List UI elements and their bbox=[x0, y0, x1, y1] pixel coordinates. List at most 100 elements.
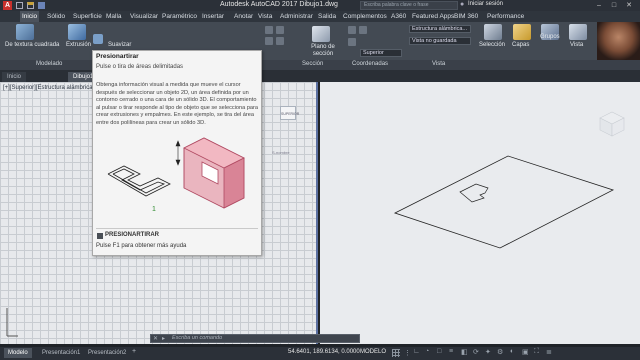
presspull-illustration: 1 bbox=[107, 137, 245, 213]
open-folder-icon[interactable] bbox=[27, 2, 34, 9]
hardware-accel-icon[interactable]: ▣ bbox=[522, 348, 529, 356]
autocad-logo-icon[interactable]: A bbox=[3, 1, 12, 10]
layers-icon[interactable] bbox=[513, 24, 531, 40]
ortho-icon[interactable]: ∟ bbox=[413, 348, 420, 355]
panel-label-vista[interactable]: Vista bbox=[432, 61, 445, 67]
ucs-axis-icon bbox=[6, 308, 18, 337]
command-close-icon[interactable]: ✕ bbox=[153, 335, 158, 342]
view-icon[interactable] bbox=[569, 24, 587, 40]
height-arrow bbox=[175, 140, 181, 166]
ribbon-tab-vista[interactable]: Vista bbox=[256, 11, 274, 22]
ribbon-tab-anotar[interactable]: Anotar bbox=[232, 11, 255, 22]
step-marker: 1 bbox=[152, 206, 156, 213]
clean-screen-icon[interactable]: ⛶ bbox=[534, 348, 539, 356]
ribbon-tab-sólido[interactable]: Sólido bbox=[45, 11, 67, 22]
visual-style-combo[interactable]: Estructura alámbrica... bbox=[409, 25, 471, 33]
lineweight-icon[interactable]: ≡ bbox=[449, 348, 453, 355]
workspace-icon[interactable]: ⚙ bbox=[497, 348, 503, 356]
annotation-scale-icon[interactable]: ✦ bbox=[485, 348, 491, 356]
ucs-3point-icon[interactable] bbox=[348, 38, 356, 46]
ribbon-tab-featured-apps[interactable]: Featured Apps bbox=[410, 11, 456, 22]
tooltip-command-name: PRESIONARTIRAR bbox=[105, 232, 160, 238]
tooltip-separator bbox=[96, 228, 258, 229]
box-solid-icon[interactable] bbox=[16, 24, 34, 40]
extrusion-button[interactable]: Extrusión bbox=[66, 42, 91, 48]
vista-button[interactable]: Vista bbox=[570, 42, 583, 48]
slot-outline bbox=[459, 183, 489, 203]
section-plane-icon[interactable] bbox=[312, 26, 330, 42]
layout-tab-presentacion2[interactable]: Presentación2 bbox=[84, 348, 130, 358]
ribbon-tab-visualizar[interactable]: Visualizar bbox=[128, 11, 160, 22]
solid-intersect-icon[interactable] bbox=[265, 37, 273, 45]
viewport-controls-label[interactable]: [+][Superior][Estructura alámbrica 2D] bbox=[3, 85, 104, 91]
extrusion-icon[interactable] bbox=[68, 24, 86, 40]
panel-label-seccion[interactable]: Sección bbox=[302, 61, 323, 67]
grid-icon[interactable] bbox=[392, 349, 400, 357]
ribbon-tab-salida[interactable]: Salida bbox=[316, 11, 338, 22]
ribbon-tab-performance[interactable]: Performance bbox=[485, 11, 526, 22]
ucs-world-icon[interactable] bbox=[359, 26, 367, 34]
polyline-2d bbox=[107, 165, 171, 197]
solid-subtract-icon[interactable] bbox=[276, 26, 284, 34]
command-input[interactable]: Escriba un comando bbox=[172, 335, 222, 341]
tooltip-title: Presionartirar bbox=[96, 53, 139, 60]
model-space-toggle[interactable]: MODELO bbox=[360, 349, 386, 355]
solid-union-icon[interactable] bbox=[265, 26, 273, 34]
presspull-icon[interactable] bbox=[93, 34, 103, 44]
ribbon-tab-inicio[interactable]: Inicio bbox=[20, 11, 40, 22]
extruded-solid bbox=[183, 137, 245, 209]
ribbon-tab-malla[interactable]: Malla bbox=[104, 11, 124, 22]
plano-seccion-button[interactable]: Plano de sección bbox=[310, 44, 336, 58]
tooltip-subtitle: Pulse o tira de áreas delimitadas bbox=[96, 64, 184, 70]
isolate-icon[interactable]: ◐ bbox=[510, 348, 514, 355]
command-history-icon[interactable]: ▸ bbox=[162, 335, 165, 342]
tooltip-help-hint: Pulse F1 para obtener más ayuda bbox=[96, 243, 187, 249]
ribbon-tab-superficie[interactable]: Superficie bbox=[71, 11, 104, 22]
ribbon-tab-bim-360[interactable]: BIM 360 bbox=[452, 11, 480, 22]
close-icon[interactable]: ✕ bbox=[622, 0, 636, 11]
ribbon-tab-administrar[interactable]: Administrar bbox=[278, 11, 315, 22]
panel-label-modelado[interactable]: Modelado bbox=[36, 61, 62, 67]
ribbon-tab-insertar[interactable]: Insertar bbox=[200, 11, 226, 22]
ribbon-tab-a360[interactable]: A360 bbox=[389, 11, 408, 22]
save-icon[interactable] bbox=[38, 2, 45, 9]
ucs-icon[interactable] bbox=[348, 26, 356, 34]
grupos-button[interactable]: Grupos bbox=[540, 34, 560, 40]
transparency-icon[interactable]: ◧ bbox=[461, 348, 468, 356]
coordinate-readout: 54.6401, 189.6134, 0.0000 bbox=[288, 349, 360, 355]
viewcube[interactable]: SUPERIOR bbox=[280, 106, 299, 120]
named-view-combo[interactable]: Vista no guardada bbox=[409, 37, 471, 45]
isometric-drawing bbox=[393, 111, 625, 249]
maximize-icon[interactable]: □ bbox=[607, 0, 621, 11]
wcs-menu[interactable]: S-nombre bbox=[272, 150, 290, 155]
tooltip-description: Obtenga información visual a medida que … bbox=[96, 82, 259, 126]
snap-icon[interactable]: ⋮ bbox=[404, 349, 411, 357]
layout-tab-presentacion1[interactable]: Presentación1 bbox=[38, 348, 84, 358]
new-file-icon[interactable] bbox=[16, 2, 23, 9]
selection-cycling-icon[interactable]: ⟳ bbox=[473, 348, 479, 356]
viewcube-3d bbox=[599, 111, 625, 137]
ribbon-tab-complementos[interactable]: Complementos bbox=[341, 11, 389, 22]
user-icon[interactable]: ● bbox=[460, 1, 464, 8]
presenter-webcam-image bbox=[597, 22, 640, 60]
layout-tab-modelo[interactable]: Modelo bbox=[4, 348, 32, 358]
textura-cuadrada-button[interactable]: De textura cuadrada bbox=[5, 42, 59, 48]
capas-button[interactable]: Capas bbox=[512, 42, 529, 48]
fillet-edge-icon[interactable] bbox=[276, 37, 284, 45]
seleccion-button[interactable]: Selección bbox=[479, 42, 505, 48]
search-input[interactable]: Escriba palabra clave o frase bbox=[360, 1, 458, 10]
add-layout-icon[interactable]: + bbox=[132, 348, 136, 355]
view-combo-superior[interactable]: Superior bbox=[360, 49, 402, 57]
polar-icon[interactable]: ◔ bbox=[425, 348, 429, 355]
selection-icon[interactable] bbox=[484, 24, 502, 40]
minimize-icon[interactable]: – bbox=[592, 0, 606, 11]
window-title: Autodesk AutoCAD 2017 Dibujo1.dwg bbox=[220, 1, 338, 8]
osnap-icon[interactable]: □ bbox=[437, 348, 441, 355]
plate-outline bbox=[393, 155, 615, 249]
suavizar-button[interactable]: Suavizar bbox=[108, 42, 131, 48]
file-tab-inicio[interactable]: Inicio bbox=[2, 72, 27, 82]
ribbon-tab-paramétrico[interactable]: Paramétrico bbox=[160, 11, 199, 22]
panel-label-coordenadas[interactable]: Coordenadas bbox=[352, 61, 388, 67]
customize-icon[interactable]: ≣ bbox=[546, 348, 552, 356]
login-button[interactable]: Iniciar sesión bbox=[468, 1, 512, 10]
